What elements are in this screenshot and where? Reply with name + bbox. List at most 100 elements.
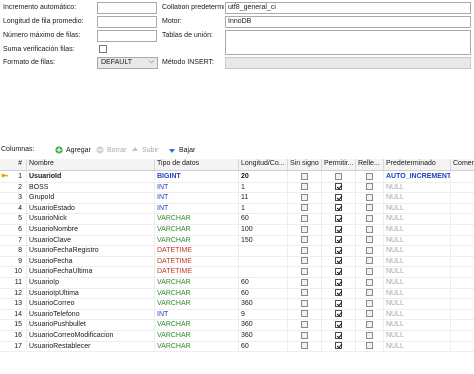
column-name-cell[interactable]: BOSS [27, 181, 155, 193]
header-name[interactable]: Nombre [27, 159, 155, 170]
unsigned-checkbox-cell[interactable] [288, 308, 322, 320]
zerofill-checkbox[interactable] [366, 257, 373, 265]
column-default-cell[interactable]: NULL [384, 234, 451, 246]
column-type-cell[interactable]: BIGINT [155, 171, 239, 182]
unsigned-checkbox[interactable] [301, 236, 308, 244]
unsigned-checkbox-cell[interactable] [288, 192, 322, 203]
column-length-cell[interactable]: 11 [239, 192, 288, 203]
move-up-button[interactable]: Subir [131, 144, 158, 156]
unsigned-checkbox[interactable] [301, 289, 308, 297]
column-comment-cell[interactable] [451, 277, 474, 288]
row-number-cell[interactable]: 9 [0, 255, 27, 267]
zerofill-checkbox[interactable] [366, 320, 373, 328]
column-comment-cell[interactable] [451, 182, 474, 193]
column-default-cell[interactable]: NULL [384, 255, 451, 267]
zerofill-checkbox-cell[interactable] [356, 330, 384, 341]
column-length-cell[interactable]: 60 [239, 277, 288, 288]
column-comment-cell[interactable] [451, 213, 474, 224]
column-name-cell[interactable]: UsuarioCorreo [27, 298, 155, 309]
column-default-cell[interactable]: AUTO_INCREMENT [384, 171, 451, 182]
column-comment-cell[interactable] [451, 203, 474, 214]
allow-null-checkbox[interactable] [335, 320, 342, 328]
allow-null-checkbox[interactable] [335, 331, 342, 339]
column-name-cell[interactable]: UsuarioNombre [27, 224, 155, 235]
column-type-cell[interactable]: DATETIME [155, 266, 239, 277]
unsigned-checkbox-cell[interactable] [288, 266, 322, 277]
column-length-cell[interactable]: 60 [239, 340, 288, 352]
row-number-cell[interactable]: 12 [0, 287, 27, 299]
zerofill-checkbox[interactable] [366, 331, 373, 339]
zerofill-checkbox-cell[interactable] [356, 255, 384, 267]
unsigned-checkbox[interactable] [301, 193, 308, 201]
row-number-cell[interactable]: 11 [0, 277, 27, 288]
column-type-cell[interactable]: VARCHAR [155, 298, 239, 309]
column-comment-cell[interactable] [451, 330, 474, 341]
column-comment-cell[interactable] [451, 256, 474, 267]
unsigned-checkbox-cell[interactable] [288, 255, 322, 267]
column-default-cell[interactable]: NULL [384, 308, 451, 320]
column-name-cell[interactable]: UsuarioEstado [27, 202, 155, 214]
column-name-cell[interactable]: UsuarioFecha [27, 255, 155, 267]
column-comment-cell[interactable] [451, 309, 474, 320]
column-name-cell[interactable]: UsuarioClave [27, 234, 155, 246]
allow-null-checkbox[interactable] [335, 172, 342, 180]
row-number-cell[interactable]: 4 [0, 202, 27, 214]
unsigned-checkbox[interactable] [301, 267, 308, 275]
header-unsigned[interactable]: Sin signo [288, 159, 322, 170]
unsigned-checkbox[interactable] [301, 331, 308, 339]
unsigned-checkbox[interactable] [301, 246, 308, 254]
zerofill-checkbox-cell[interactable] [356, 340, 384, 352]
column-comment-cell[interactable] [451, 192, 474, 203]
unsigned-checkbox-cell[interactable] [288, 340, 322, 352]
header-allow-null[interactable]: Permitir... [322, 159, 356, 170]
allow-null-checkbox[interactable] [335, 193, 342, 201]
unsigned-checkbox[interactable] [301, 183, 308, 191]
row-number-cell[interactable]: 16 [0, 330, 27, 341]
column-default-cell[interactable]: NULL [384, 213, 451, 224]
column-default-cell[interactable]: NULL [384, 340, 451, 352]
column-comment-cell[interactable] [451, 224, 474, 235]
zerofill-checkbox-cell[interactable] [356, 308, 384, 320]
column-default-cell[interactable]: NULL [384, 266, 451, 277]
column-comment-cell[interactable] [451, 171, 474, 182]
allow-null-checkbox[interactable] [335, 342, 342, 350]
unsigned-checkbox[interactable] [301, 342, 308, 350]
allow-null-checkbox-cell[interactable] [322, 340, 356, 352]
zerofill-checkbox[interactable] [366, 278, 373, 286]
column-length-cell[interactable]: 100 [239, 224, 288, 235]
remove-column-button[interactable]: Borrar [96, 144, 126, 156]
zerofill-checkbox-cell[interactable] [356, 245, 384, 256]
unsigned-checkbox-cell[interactable] [288, 330, 322, 341]
engine-select[interactable]: InnoDB [225, 16, 471, 28]
column-length-cell[interactable]: 360 [239, 298, 288, 309]
column-type-cell[interactable]: VARCHAR [155, 277, 239, 288]
zerofill-checkbox-cell[interactable] [356, 171, 384, 182]
checksum-checkbox[interactable] [99, 45, 107, 53]
column-default-cell[interactable]: NULL [384, 245, 451, 256]
column-name-cell[interactable]: UsuarioId [27, 171, 155, 182]
column-length-cell[interactable]: 360 [239, 319, 288, 330]
zerofill-checkbox[interactable] [366, 172, 373, 180]
column-default-cell[interactable]: NULL [384, 224, 451, 235]
zerofill-checkbox[interactable] [366, 246, 373, 254]
allow-null-checkbox[interactable] [335, 278, 342, 286]
header-datatype[interactable]: Tipo de datos [155, 159, 239, 170]
zerofill-checkbox-cell[interactable] [356, 319, 384, 330]
unsigned-checkbox[interactable] [301, 257, 308, 265]
zerofill-checkbox[interactable] [366, 183, 373, 191]
allow-null-checkbox-cell[interactable] [322, 192, 356, 203]
column-default-cell[interactable]: NULL [384, 277, 451, 288]
zerofill-checkbox-cell[interactable] [356, 181, 384, 193]
column-length-cell[interactable] [239, 266, 288, 277]
column-length-cell[interactable]: 60 [239, 287, 288, 299]
unsigned-checkbox-cell[interactable] [288, 202, 322, 214]
unsigned-checkbox[interactable] [301, 278, 308, 286]
column-name-cell[interactable]: UsuarioNick [27, 213, 155, 224]
column-default-cell[interactable]: NULL [384, 298, 451, 309]
zerofill-checkbox[interactable] [366, 267, 373, 275]
allow-null-checkbox[interactable] [335, 267, 342, 275]
row-number-cell[interactable]: 17 [0, 340, 27, 352]
column-default-cell[interactable]: NULL [384, 181, 451, 193]
allow-null-checkbox-cell[interactable] [322, 266, 356, 277]
column-type-cell[interactable]: INT [155, 202, 239, 214]
